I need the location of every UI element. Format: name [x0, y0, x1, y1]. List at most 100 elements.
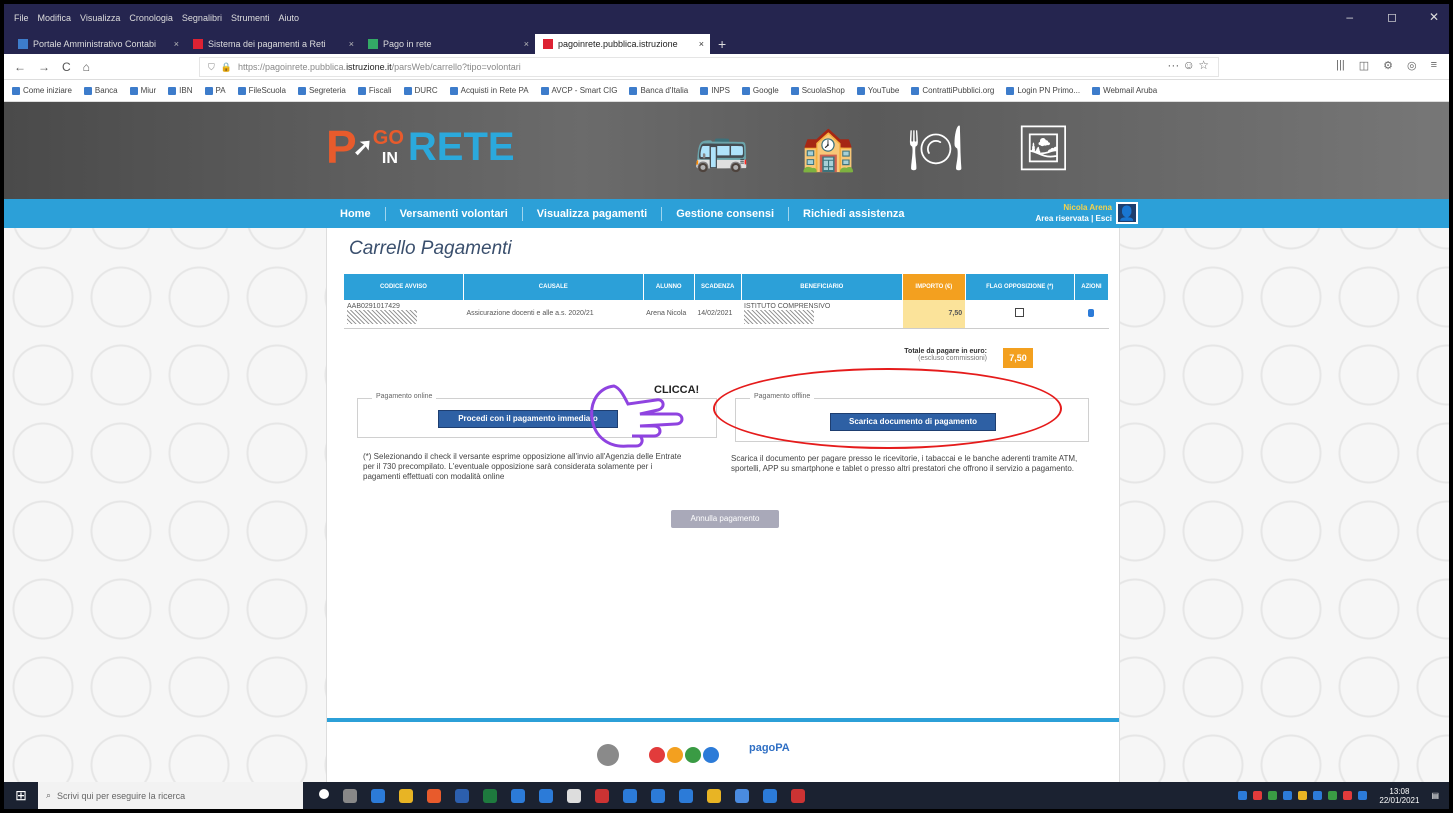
- bookmark-item[interactable]: Come iniziare: [12, 86, 72, 95]
- clock[interactable]: 13:08 22/01/2021: [1379, 787, 1419, 805]
- bookmark-item[interactable]: Banca: [83, 86, 118, 95]
- bookmark-item[interactable]: ScuolaShop: [790, 86, 845, 95]
- menu-segnalibri[interactable]: Segnalibri: [182, 13, 222, 23]
- menu-aiuto[interactable]: Aiuto: [278, 13, 299, 23]
- maximize-button[interactable]: ◻: [1387, 10, 1397, 24]
- tray-icon[interactable]: [1283, 791, 1293, 800]
- bookmark-item[interactable]: Miur: [129, 86, 156, 95]
- taskbar-search[interactable]: ⌕ Scrivi qui per eseguire la ricerca: [38, 782, 303, 809]
- cancel-payment-button[interactable]: Annulla pagamento: [671, 510, 779, 528]
- app-icon[interactable]: [791, 788, 805, 803]
- reload-button[interactable]: C: [62, 60, 71, 74]
- pay-now-button[interactable]: Procedi con il pagamento immediato: [438, 410, 618, 428]
- forward-button[interactable]: →: [38, 60, 50, 74]
- bookmark-item[interactable]: AVCP - Smart CIG: [540, 86, 617, 95]
- cortana-icon[interactable]: [319, 788, 329, 799]
- tray-icon[interactable]: [1298, 791, 1308, 800]
- download-payment-document-button[interactable]: Scarica documento di pagamento: [830, 413, 996, 431]
- tab-portale[interactable]: Portale Amministrativo Contabi ×: [10, 34, 185, 54]
- app-icon[interactable]: [651, 788, 665, 803]
- pagoinrete-favicon-icon: [543, 39, 553, 49]
- tab-close-icon[interactable]: ×: [349, 39, 354, 49]
- menu-gestione-consensi[interactable]: Gestione consensi: [662, 206, 790, 221]
- opposition-checkbox[interactable]: [1015, 308, 1025, 318]
- chrome-icon[interactable]: [399, 788, 413, 803]
- word-icon[interactable]: [455, 788, 469, 803]
- new-tab-button[interactable]: +: [710, 34, 734, 54]
- menu-file[interactable]: File: [14, 13, 29, 23]
- app-icon[interactable]: [707, 788, 721, 803]
- calendar-icon[interactable]: [539, 788, 553, 803]
- miur-logo: [649, 747, 719, 763]
- bookmark-item[interactable]: Banca d'Italia: [629, 86, 688, 95]
- tray-icon[interactable]: [1238, 791, 1248, 800]
- app-icon[interactable]: [679, 788, 693, 803]
- app-icon[interactable]: [623, 788, 637, 803]
- windows-start-icon[interactable]: ⊞: [4, 782, 38, 809]
- bookmark-item[interactable]: IBN: [168, 86, 193, 95]
- bookmark-item[interactable]: YouTube: [856, 86, 899, 95]
- bookmark-item[interactable]: Webmail Aruba: [1092, 86, 1157, 95]
- app-icon[interactable]: [595, 788, 609, 803]
- tray-icon[interactable]: [1268, 791, 1278, 800]
- close-window-button[interactable]: ✕: [1429, 10, 1439, 24]
- menu-home[interactable]: Home: [326, 206, 386, 221]
- tab-pagoinrete-active[interactable]: pagoinrete.pubblica.istruzione ×: [535, 34, 710, 54]
- bookmark-item[interactable]: INPS: [700, 86, 730, 95]
- cell-codice: AAB0291017429: [344, 300, 464, 329]
- tab-close-icon[interactable]: ×: [174, 39, 179, 49]
- page-actions[interactable]: ··· ☺ ☆: [1167, 58, 1209, 72]
- app-icon[interactable]: [763, 788, 777, 803]
- delete-icon[interactable]: [1088, 308, 1095, 317]
- bookmark-item[interactable]: Google: [741, 86, 779, 95]
- tab-close-icon[interactable]: ×: [699, 39, 704, 49]
- search-placeholder: Scrivi qui per eseguire la ricerca: [57, 790, 186, 801]
- bus-icon: 🚌: [694, 124, 749, 173]
- tray-icon[interactable]: [1328, 791, 1338, 800]
- menu-visualizza[interactable]: Visualizza: [80, 13, 120, 23]
- account-icon[interactable]: ◎: [1407, 59, 1417, 72]
- tab-label: Pago in rete: [383, 39, 432, 49]
- menu-richiedi-assistenza[interactable]: Richiedi assistenza: [789, 207, 919, 221]
- file-icon[interactable]: [567, 788, 581, 803]
- extension-icon[interactable]: ⚙: [1383, 59, 1393, 72]
- tray-icon[interactable]: [1253, 791, 1263, 800]
- bookmark-item[interactable]: FileScuola: [237, 86, 286, 95]
- edge-icon[interactable]: [371, 788, 385, 803]
- user-avatar-icon[interactable]: 👤: [1116, 202, 1138, 224]
- tray-icon[interactable]: [1343, 791, 1353, 800]
- menu-modifica[interactable]: Modifica: [38, 13, 72, 23]
- tab-close-icon[interactable]: ×: [524, 39, 529, 49]
- bookmark-item[interactable]: Acquisti in Rete PA: [449, 86, 529, 95]
- user-area-link[interactable]: Area riservata | Esci: [1035, 213, 1112, 224]
- bookmark-item[interactable]: DURC: [403, 86, 438, 95]
- menu-visualizza-pagamenti[interactable]: Visualizza pagamenti: [523, 206, 663, 221]
- bookmark-item[interactable]: Fiscali: [357, 86, 392, 95]
- tray-icon[interactable]: [1313, 791, 1323, 800]
- menu-versamenti-volontari[interactable]: Versamenti volontari: [386, 206, 523, 221]
- excel-icon[interactable]: [483, 788, 497, 803]
- pago-in-rete-logo[interactable]: P ➚ GO IN RETE: [326, 120, 515, 174]
- back-button[interactable]: ←: [14, 60, 26, 74]
- bookmark-item[interactable]: Login PN Primo...: [1006, 86, 1080, 95]
- app-icon[interactable]: [735, 788, 749, 803]
- menu-strumenti[interactable]: Strumenti: [231, 13, 270, 23]
- home-button[interactable]: ⌂: [83, 60, 90, 74]
- sidebar-icon[interactable]: ◫: [1359, 59, 1369, 72]
- bookmark-icon: [911, 86, 920, 95]
- firefox-icon[interactable]: [427, 788, 441, 803]
- menu-cronologia[interactable]: Cronologia: [129, 13, 173, 23]
- address-bar[interactable]: ⛉ 🔒 https://pagoinrete.pubblica.istruzio…: [199, 57, 1219, 77]
- bookmark-item[interactable]: ContrattiPubblici.org: [911, 86, 994, 95]
- notifications-icon[interactable]: ▤: [1431, 791, 1439, 800]
- library-icon[interactable]: |||: [1336, 59, 1345, 72]
- minimize-button[interactable]: –: [1346, 10, 1353, 24]
- task-view-icon[interactable]: [343, 788, 357, 803]
- tray-icon[interactable]: [1358, 791, 1368, 800]
- tab-pago-in-rete[interactable]: Pago in rete ×: [360, 34, 535, 54]
- tab-sistema-pagamenti[interactable]: Sistema dei pagamenti a Reti ×: [185, 34, 360, 54]
- hamburger-menu-icon[interactable]: ≡: [1431, 59, 1437, 72]
- mail-icon[interactable]: [511, 788, 525, 803]
- bookmark-item[interactable]: PA: [204, 86, 226, 95]
- bookmark-item[interactable]: Segreteria: [297, 86, 346, 95]
